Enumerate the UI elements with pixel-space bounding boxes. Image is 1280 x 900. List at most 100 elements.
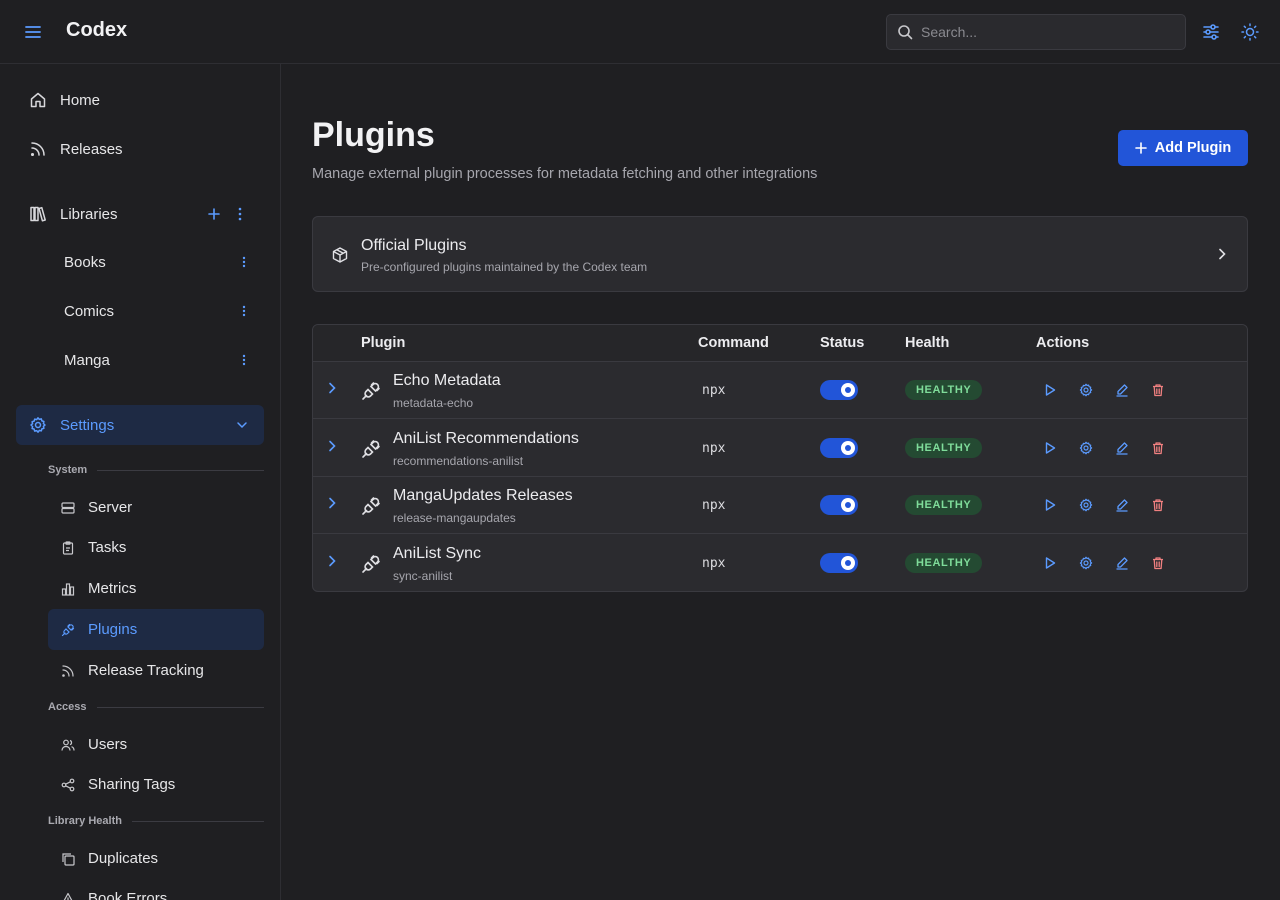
library-item-comics[interactable]: Comics	[48, 291, 264, 331]
share-icon	[48, 778, 88, 792]
plug-icon	[361, 496, 381, 516]
edit-icon[interactable]	[1113, 381, 1131, 399]
alert-triangle-icon	[48, 892, 88, 900]
play-icon[interactable]	[1041, 554, 1059, 572]
plugin-name: MangaUpdates Releases	[393, 487, 573, 504]
status-toggle[interactable]	[820, 552, 858, 573]
chevron-right-icon	[1215, 247, 1229, 261]
sidebar-item-releases[interactable]: Releases	[16, 129, 264, 169]
sidebar-item-duplicates[interactable]: Duplicates	[48, 838, 264, 879]
sidebar-item-label: Settings	[60, 416, 115, 434]
sun-icon[interactable]	[1239, 21, 1261, 43]
sliders-icon[interactable]	[1200, 21, 1222, 43]
play-icon[interactable]	[1041, 496, 1059, 514]
column-header-actions: Actions	[1036, 335, 1090, 351]
play-icon[interactable]	[1041, 439, 1059, 457]
column-header-plugin: Plugin	[361, 335, 406, 351]
sidebar-item-sharing-tags[interactable]: Sharing Tags	[48, 764, 264, 805]
sidebar-item-book-errors[interactable]: Book Errors	[48, 878, 264, 900]
page-title: Plugins	[312, 116, 435, 154]
trash-icon[interactable]	[1149, 554, 1167, 572]
column-header-status: Status	[820, 335, 865, 351]
gear-icon[interactable]	[1077, 554, 1095, 572]
plugin-name: Echo Metadata	[393, 372, 501, 389]
sidebar-item-label: Metrics	[88, 580, 137, 597]
sidebar-item-metrics[interactable]: Metrics	[48, 568, 264, 609]
official-plugins-subtitle: Pre-configured plugins maintained by the…	[361, 260, 648, 274]
app-title[interactable]: Codex	[66, 19, 127, 42]
edit-icon[interactable]	[1113, 439, 1131, 457]
users-icon	[48, 738, 88, 752]
edit-icon[interactable]	[1113, 554, 1131, 572]
plugin-command: npx	[702, 555, 726, 571]
sidebar-item-label: Releases	[60, 140, 123, 158]
clipboard-icon	[48, 540, 88, 555]
sidebar-item-release-tracking[interactable]: Release Tracking	[48, 650, 264, 691]
section-label-library-health: Library Health	[48, 815, 264, 827]
trash-icon[interactable]	[1149, 496, 1167, 514]
play-icon[interactable]	[1041, 381, 1059, 399]
copy-icon	[48, 852, 88, 866]
search-icon	[897, 24, 913, 40]
sidebar-item-server[interactable]: Server	[48, 487, 264, 528]
chevron-right-icon[interactable]	[325, 381, 339, 395]
kebab-menu-icon[interactable]	[232, 206, 248, 222]
home-icon	[16, 91, 60, 109]
library-label: Manga	[64, 351, 110, 369]
sidebar-item-libraries[interactable]: Libraries	[16, 194, 264, 234]
plug-icon	[361, 381, 381, 401]
library-item-manga[interactable]: Manga	[48, 340, 264, 380]
column-header-command: Command	[698, 335, 769, 351]
gear-icon[interactable]	[1077, 496, 1095, 514]
official-plugins-card[interactable]: Official Plugins Pre-configured plugins …	[312, 216, 1248, 292]
hamburger-icon[interactable]	[22, 20, 44, 44]
sidebar-item-home[interactable]: Home	[16, 80, 264, 120]
status-toggle[interactable]	[820, 437, 858, 458]
add-plugin-button[interactable]: Add Plugin	[1118, 130, 1248, 166]
chevron-right-icon[interactable]	[325, 554, 339, 568]
sidebar-item-plugins[interactable]: Plugins	[48, 609, 264, 650]
search-box[interactable]	[886, 14, 1186, 50]
sidebar-item-label: Server	[88, 499, 133, 516]
column-header-health: Health	[905, 335, 950, 351]
plug-icon	[361, 554, 381, 574]
plugin-command: npx	[702, 498, 726, 513]
sidebar-item-tasks[interactable]: Tasks	[48, 527, 264, 568]
sidebar-item-label: Users	[88, 736, 128, 753]
plugin-command: npx	[702, 440, 726, 456]
plugin-name: AniList Recommendations	[393, 429, 579, 447]
table-header: Plugin Command Status Health Actions	[313, 325, 1247, 362]
add-plugin-label: Add Plugin	[1154, 140, 1232, 156]
search-input[interactable]	[921, 15, 1179, 49]
sidebar-item-users[interactable]: Users	[48, 724, 264, 765]
plus-icon[interactable]	[206, 206, 222, 222]
trash-icon[interactable]	[1149, 439, 1167, 457]
table-row: AniList Recommendations recommendations-…	[313, 420, 1247, 477]
health-badge: HEALTHY	[905, 495, 983, 515]
kebab-menu-icon[interactable]	[236, 352, 252, 368]
plus-icon	[1134, 142, 1147, 154]
kebab-menu-icon[interactable]	[236, 303, 252, 319]
chevron-right-icon[interactable]	[325, 496, 339, 510]
health-badge: HEALTHY	[905, 437, 983, 458]
trash-icon[interactable]	[1149, 381, 1167, 399]
edit-icon[interactable]	[1113, 496, 1131, 514]
chevron-right-icon[interactable]	[325, 439, 339, 453]
library-label: Books	[64, 253, 106, 271]
sidebar-item-settings[interactable]: Settings	[16, 405, 264, 445]
status-toggle[interactable]	[820, 495, 858, 515]
status-toggle[interactable]	[820, 380, 858, 400]
table-row: AniList Sync sync-anilist npx HEALTHY	[313, 535, 1247, 592]
sidebar-item-label: Plugins	[88, 621, 138, 638]
sidebar-item-label: Book Errors	[88, 890, 168, 900]
section-label-system: System	[48, 464, 264, 476]
library-item-books[interactable]: Books	[48, 242, 264, 282]
section-label-access: Access	[48, 701, 264, 713]
plugins-table: Plugin Command Status Health Actions Ech…	[312, 324, 1248, 592]
kebab-menu-icon[interactable]	[236, 254, 252, 270]
gear-icon[interactable]	[1077, 381, 1095, 399]
plugin-name: AniList Sync	[393, 544, 482, 562]
gear-icon[interactable]	[1077, 439, 1095, 457]
sidebar-item-label: Tasks	[88, 539, 127, 556]
top-header: Codex	[0, 0, 1280, 64]
